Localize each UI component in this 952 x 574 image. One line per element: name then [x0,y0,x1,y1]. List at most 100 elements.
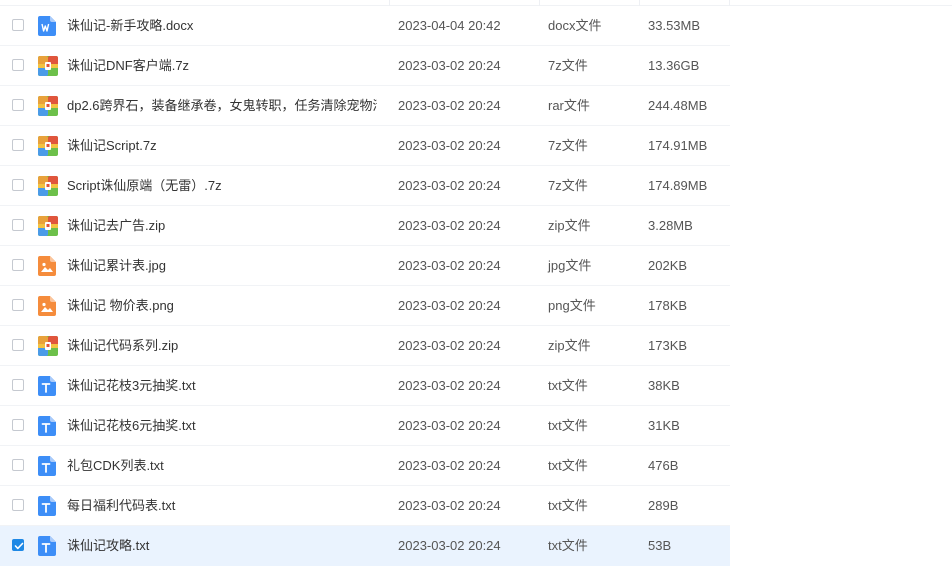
archive-icon [38,216,58,236]
file-size: 476B [648,458,679,473]
file-modified-date: 2023-03-02 20:24 [398,138,501,153]
file-row[interactable]: 诛仙记DNF客户端.7z 2023-03-02 20:24 7z文件 13.36GB [0,46,730,86]
file-row[interactable]: 诛仙记花枝6元抽奖.txt 2023-03-02 20:24 txt文件 31KB [0,406,730,446]
file-type: txt文件 [548,538,588,553]
file-modified-date: 2023-03-02 20:24 [398,538,501,553]
row-checkbox[interactable] [12,499,24,511]
file-size: 38KB [648,378,680,393]
row-checkbox[interactable] [12,379,24,391]
row-checkbox[interactable] [12,139,24,151]
row-checkbox-checked[interactable] [12,539,24,551]
file-row[interactable]: 诛仙记代码系列.zip 2023-03-02 20:24 zip文件 173KB [0,326,730,366]
file-name-link[interactable]: Script诛仙原端（无雷）.7z [67,166,377,206]
file-modified-date: 2023-03-02 20:24 [398,458,501,473]
row-checkbox[interactable] [12,259,24,271]
file-modified-date: 2023-03-02 20:24 [398,298,501,313]
file-size: 174.91MB [648,138,708,153]
file-size: 31KB [648,418,680,433]
image-file-icon [38,296,56,316]
file-type: 7z文件 [548,58,588,73]
file-type: txt文件 [548,498,588,513]
file-name-link[interactable]: 诛仙记代码系列.zip [67,326,377,366]
row-checkbox[interactable] [12,459,24,471]
file-name-link[interactable]: 诛仙记DNF客户端.7z [67,46,377,86]
file-row[interactable]: 诛仙记-新手攻略.docx 2023-04-04 20:42 docx文件 33.53… [0,6,730,46]
file-size: 289B [648,498,679,513]
file-size: 53B [648,538,672,553]
archive-icon [38,136,58,156]
file-size: 202KB [648,258,688,273]
row-checkbox[interactable] [12,339,24,351]
file-type: txt文件 [548,458,588,473]
archive-icon [38,96,58,116]
file-type: zip文件 [548,338,591,353]
text-file-icon [38,536,56,556]
file-modified-date: 2023-03-02 20:24 [398,178,501,193]
file-row[interactable]: Script诛仙原端（无雷）.7z 2023-03-02 20:24 7z文件 174… [0,166,730,206]
archive-icon [38,56,58,76]
file-row[interactable]: 诛仙记 物价表.png 2023-03-02 20:24 png文件 178KB [0,286,730,326]
file-row[interactable]: 诛仙记去广告.zip 2023-03-02 20:24 zip文件 3.28MB [0,206,730,246]
file-name-link[interactable]: 诛仙记花枝3元抽奖.txt [67,366,377,406]
file-modified-date: 2023-03-02 20:24 [398,418,501,433]
file-row[interactable]: 诛仙记攻略.txt 2023-03-02 20:24 txt文件 53B [0,526,730,566]
file-row[interactable]: dp2.6跨界石，装备继承卷，女鬼转职，任务清除宠物清... 2023-03-02… [0,86,730,126]
file-type: zip文件 [548,218,591,233]
file-size: 13.36GB [648,58,700,73]
row-checkbox[interactable] [12,179,24,191]
file-type: docx文件 [548,18,602,33]
file-row[interactable]: 诛仙记累计表.jpg 2023-03-02 20:24 jpg文件 202KB [0,246,730,286]
file-modified-date: 2023-03-02 20:24 [398,218,501,233]
file-modified-date: 2023-03-02 20:24 [398,498,501,513]
file-list: 诛仙记-新手攻略.docx 2023-04-04 20:42 docx文件 33.53… [0,6,730,566]
file-type: txt文件 [548,418,588,433]
archive-icon [38,336,58,356]
file-modified-date: 2023-03-02 20:24 [398,98,501,113]
file-size: 33.53MB [648,18,701,33]
image-file-icon [38,256,56,276]
row-checkbox[interactable] [12,59,24,71]
file-name-link[interactable]: 每日福利代码表.txt [67,486,377,526]
file-type: jpg文件 [548,258,592,273]
file-size: 173KB [648,338,688,353]
row-checkbox[interactable] [12,299,24,311]
file-row[interactable]: 每日福利代码表.txt 2023-03-02 20:24 txt文件 289B [0,486,730,526]
text-file-icon [38,416,56,436]
file-size: 178KB [648,298,688,313]
file-type: png文件 [548,298,596,313]
file-type: 7z文件 [548,178,588,193]
file-name-link[interactable]: 诛仙记 物价表.png [67,286,377,326]
file-size: 174.89MB [648,178,708,193]
row-checkbox[interactable] [12,219,24,231]
file-name-link[interactable]: 诛仙记Script.7z [67,126,377,166]
file-name-link[interactable]: 诛仙记攻略.txt [67,526,377,566]
file-type: 7z文件 [548,138,588,153]
file-modified-date: 2023-04-04 20:42 [398,18,501,33]
text-file-icon [38,496,56,516]
file-row[interactable]: 礼包CDK列表.txt 2023-03-02 20:24 txt文件 476B [0,446,730,486]
row-checkbox[interactable] [12,19,24,31]
file-type: rar文件 [548,98,590,113]
file-size: 244.48MB [648,98,708,113]
row-checkbox[interactable] [12,99,24,111]
file-row[interactable]: 诛仙记花枝3元抽奖.txt 2023-03-02 20:24 txt文件 38KB [0,366,730,406]
word-doc-icon [38,16,56,36]
file-row[interactable]: 诛仙记Script.7z 2023-03-02 20:24 7z文件 174.91MB [0,126,730,166]
text-file-icon [38,376,56,396]
file-name-link[interactable]: 诛仙记-新手攻略.docx [67,6,377,46]
archive-icon [38,176,58,196]
file-name-link[interactable]: 诛仙记花枝6元抽奖.txt [67,406,377,446]
file-modified-date: 2023-03-02 20:24 [398,58,501,73]
file-size: 3.28MB [648,218,693,233]
file-modified-date: 2023-03-02 20:24 [398,258,501,273]
file-modified-date: 2023-03-02 20:24 [398,338,501,353]
checkmark-icon [14,542,24,550]
file-name-link[interactable]: 诛仙记去广告.zip [67,206,377,246]
text-file-icon [38,456,56,476]
file-modified-date: 2023-03-02 20:24 [398,378,501,393]
row-checkbox[interactable] [12,419,24,431]
file-name-link[interactable]: 诛仙记累计表.jpg [67,246,377,286]
file-name-link[interactable]: dp2.6跨界石，装备继承卷，女鬼转职，任务清除宠物清... [67,86,377,126]
file-type: txt文件 [548,378,588,393]
file-name-link[interactable]: 礼包CDK列表.txt [67,446,377,486]
